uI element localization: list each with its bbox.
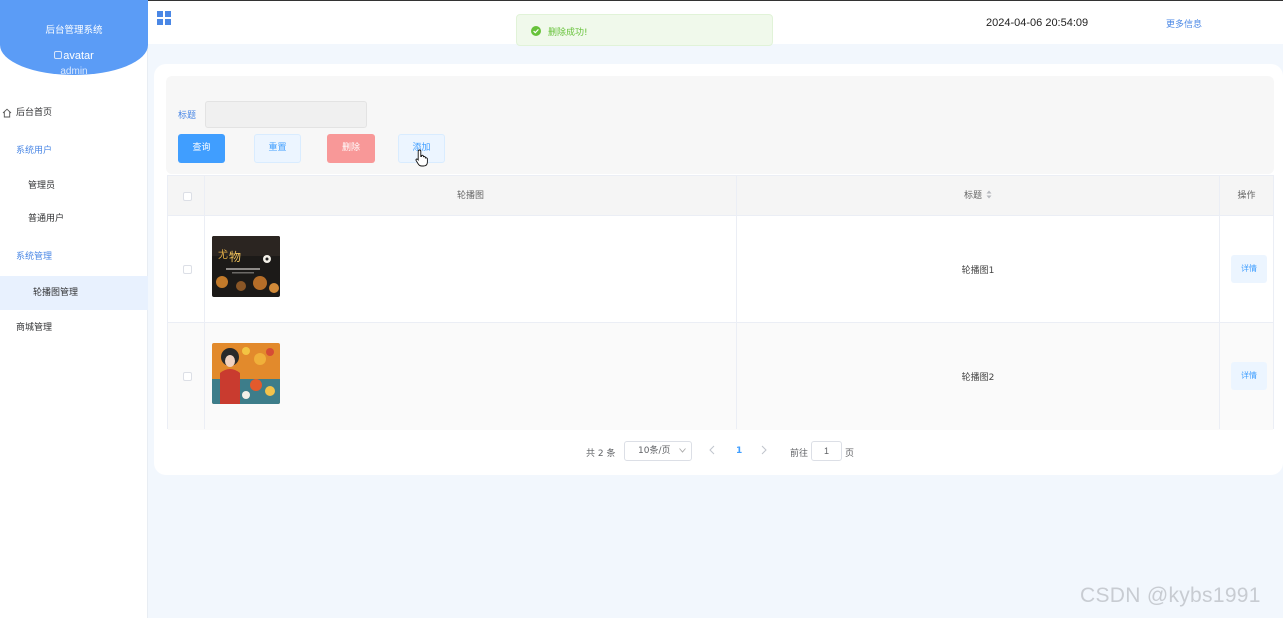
sidebar-item-label: 系统用户 <box>16 146 53 156</box>
header-datetime: 2024-04-06 20:54:09 <box>986 17 1089 29</box>
more-info-link[interactable]: 更多信息 <box>1166 17 1202 30</box>
sidebar-item-label: 普通用户 <box>28 214 65 224</box>
home-icon <box>2 108 12 118</box>
sidebar-group-mall-management[interactable]: 商城管理 <box>0 311 148 345</box>
chevron-left-icon[interactable] <box>709 445 715 455</box>
row-checkbox[interactable] <box>183 372 192 381</box>
success-check-icon <box>531 26 541 36</box>
reset-button[interactable]: 重置 <box>254 134 301 163</box>
avatar-alt-text: avatar <box>63 50 94 62</box>
broken-image-icon <box>54 51 63 59</box>
page-size-select[interactable]: 10条/页 <box>624 441 692 461</box>
app-title: 后台管理系统 <box>45 25 103 36</box>
actions-cell: 详情 <box>1220 323 1273 429</box>
detail-button[interactable]: 详情 <box>1231 255 1267 283</box>
content-panel: 标题 查询 重置 删除 添加 轮播图 标题 操作 尤 物 轮播图1 详情 轮播图… <box>154 64 1283 475</box>
column-header-image: 轮播图 <box>205 176 737 216</box>
brand-header: 后台管理系统 avatar admin <box>0 0 148 77</box>
carousel-thumbnail: 尤 物 <box>212 236 280 297</box>
sidebar-item-label: 管理员 <box>28 181 56 191</box>
goto-page-input[interactable] <box>811 441 842 461</box>
username: admin <box>60 66 88 77</box>
sidebar-group-system-users[interactable]: 系统用户 <box>0 134 148 168</box>
row-select-cell <box>168 323 205 429</box>
sidebar: 后台管理系统 avatar admin 后台首页 系统用户 管理员 普通用户 系… <box>0 0 148 618</box>
sidebar-item-admins[interactable]: 管理员 <box>0 169 148 203</box>
title-cell: 轮播图2 <box>737 323 1220 429</box>
chevron-right-icon[interactable] <box>761 445 767 455</box>
title-cell: 轮播图1 <box>737 216 1220 322</box>
table-header: 轮播图 标题 操作 <box>168 176 1273 216</box>
carousel-thumbnail <box>212 343 280 404</box>
pagination: 共 2 条 10条/页 1 前往 页 <box>154 441 1283 461</box>
row-title: 轮播图1 <box>961 266 995 276</box>
sort-icon[interactable] <box>986 190 992 199</box>
table-row: 尤 物 轮播图1 详情 <box>168 216 1273 323</box>
success-toast: 删除成功! <box>516 14 773 46</box>
chevron-down-icon <box>679 448 686 453</box>
header-select-cell <box>168 176 205 216</box>
goto-label: 前往 <box>790 449 809 459</box>
row-title: 轮播图2 <box>961 373 995 383</box>
table-row: 轮播图2 详情 <box>168 323 1273 430</box>
title-filter-input[interactable] <box>205 101 367 128</box>
page-size-value: 10条/页 <box>638 446 671 456</box>
sidebar-item-label: 后台首页 <box>16 108 53 118</box>
actions-cell: 详情 <box>1220 216 1273 322</box>
sidebar-item-label: 商城管理 <box>16 323 53 333</box>
avatar: avatar <box>0 50 148 62</box>
svg-text:尤: 尤 <box>218 248 228 261</box>
column-header-actions: 操作 <box>1237 191 1256 201</box>
sidebar-item-normal-users[interactable]: 普通用户 <box>0 202 148 236</box>
svg-text:物: 物 <box>229 250 241 264</box>
image-cell: 尤 物 <box>205 216 737 322</box>
row-select-cell <box>168 216 205 322</box>
goto-unit-label: 页 <box>845 449 855 459</box>
sidebar-item-home[interactable]: 后台首页 <box>0 96 148 130</box>
search-form: 标题 查询 重置 删除 添加 <box>166 76 1274 174</box>
select-all-checkbox[interactable] <box>183 192 192 201</box>
sidebar-item-label: 系统管理 <box>16 252 53 262</box>
sidebar-item-label: 轮播图管理 <box>33 288 79 298</box>
detail-button[interactable]: 详情 <box>1231 362 1267 390</box>
hand-cursor-icon <box>415 149 428 167</box>
sidebar-item-carousel-management[interactable]: 轮播图管理 <box>0 276 148 310</box>
page-number-current[interactable]: 1 <box>736 446 742 456</box>
sidebar-group-system-management[interactable]: 系统管理 <box>0 240 148 274</box>
query-button[interactable]: 查询 <box>178 134 225 163</box>
title-filter-label: 标题 <box>178 111 197 121</box>
image-cell <box>205 323 737 429</box>
delete-button[interactable]: 删除 <box>327 134 375 163</box>
carousel-table: 轮播图 标题 操作 尤 物 轮播图1 详情 轮播图2 详情 <box>167 175 1274 430</box>
toast-message: 删除成功! <box>548 28 588 38</box>
column-header-title-label: 标题 <box>963 191 982 201</box>
watermark: CSDN @kybs1991 <box>1080 584 1261 607</box>
grid-menu-icon[interactable] <box>157 11 171 25</box>
column-header-title[interactable]: 标题 <box>737 176 1220 216</box>
pagination-total: 共 2 条 <box>586 449 616 459</box>
row-checkbox[interactable] <box>183 265 192 274</box>
